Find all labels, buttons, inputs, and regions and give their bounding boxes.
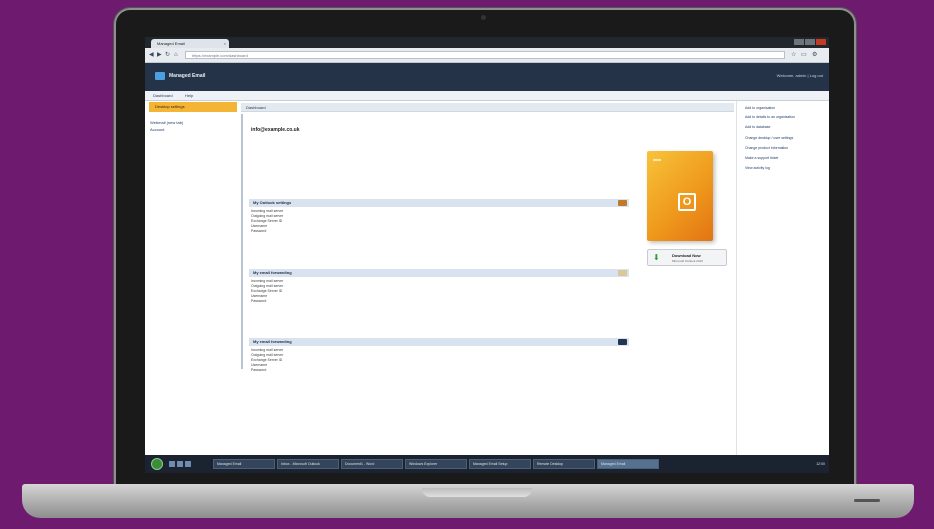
start-button[interactable] xyxy=(151,458,163,470)
action-link[interactable]: Add to details to an organisation xyxy=(745,115,795,120)
home-icon[interactable]: ⌂ xyxy=(174,51,178,59)
taskbar-item[interactable]: Managed Email Setup xyxy=(469,459,531,469)
left-sidebar: Desktop settings Webmail (new tab) Accou… xyxy=(145,101,238,455)
lid-notch xyxy=(422,488,532,497)
account-email: info@example.co.uk xyxy=(251,127,300,133)
product-title-strip xyxy=(653,159,661,161)
app-logo-icon[interactable] xyxy=(155,72,165,80)
app-header: Managed Email Welcome, admin | Log out xyxy=(145,63,829,91)
action-link[interactable]: View activity log xyxy=(745,166,770,171)
quicklaunch-icon[interactable] xyxy=(177,461,183,467)
browser-toolbar: ◀ ▶ ↻ ⌂ https://example.com/dashboard ☆ … xyxy=(145,48,829,63)
back-icon[interactable]: ◀ xyxy=(149,51,154,59)
taskbar-item[interactable]: Document1 - Word xyxy=(341,459,403,469)
main-panel: Dashboard info@example.co.uk My Outlook … xyxy=(237,101,736,455)
menubar: Dashboard Help xyxy=(145,91,829,101)
outlook-logo-icon: O xyxy=(678,193,696,211)
panel-title: Dashboard xyxy=(241,103,734,112)
window-controls xyxy=(794,39,826,45)
setting-row: Password xyxy=(251,299,267,303)
app-name: Managed Email xyxy=(169,73,206,79)
envelope-icon xyxy=(618,200,627,206)
browser-tab[interactable]: Managed Email × xyxy=(151,39,229,48)
maximize-button[interactable] xyxy=(805,39,815,45)
address-input[interactable]: https://example.com/dashboard xyxy=(185,51,785,59)
reload-icon[interactable]: ↻ xyxy=(165,51,170,59)
download-sublabel: Microsoft Outlook 2010 xyxy=(672,259,703,263)
close-window-button[interactable] xyxy=(816,39,826,45)
taskbar-item[interactable]: Inbox - Microsoft Outlook xyxy=(277,459,339,469)
section-title: My email forwarding xyxy=(253,270,292,275)
section-header: My Outlook settings xyxy=(249,199,629,207)
download-arrow-icon: ⬇ xyxy=(653,253,660,262)
action-link[interactable]: Change product information xyxy=(745,146,788,151)
minimize-button[interactable] xyxy=(794,39,804,45)
sidebar-item-account[interactable]: Account xyxy=(150,127,164,133)
taskbar-item[interactable]: Managed Email xyxy=(213,459,275,469)
download-now-button[interactable]: ⬇ Download Now Microsoft Outlook 2010 xyxy=(647,249,727,266)
outlook-product-box: O xyxy=(647,151,713,241)
taskbar-item[interactable]: Remote Desktop xyxy=(533,459,595,469)
section-title: My Outlook settings xyxy=(253,200,292,205)
header-user-links[interactable]: Welcome, admin | Log out xyxy=(777,72,823,80)
action-link[interactable]: Add to organisation xyxy=(745,106,775,111)
quicklaunch-icon[interactable] xyxy=(169,461,175,467)
menu-item-dashboard[interactable]: Dashboard xyxy=(153,91,173,100)
action-link[interactable]: Add to database xyxy=(745,125,771,130)
webcam xyxy=(481,15,486,20)
content-frame-border xyxy=(241,114,243,369)
device-icon xyxy=(618,339,627,345)
sidebar-item-webmail[interactable]: Webmail (new tab) xyxy=(150,120,183,126)
browser-tabbar: Managed Email × xyxy=(145,37,829,48)
forward-mail-icon xyxy=(618,270,627,276)
tray-clock[interactable]: 12:00 xyxy=(816,460,825,468)
laptop-base xyxy=(22,484,914,518)
section-title: My email forwarding xyxy=(253,339,292,344)
base-slot xyxy=(854,499,880,502)
action-link[interactable]: Make a support ticket xyxy=(745,156,778,161)
download-label: Download Now xyxy=(672,253,701,258)
wrench-icon[interactable]: ⚙ xyxy=(812,51,817,59)
taskbar-item[interactable]: Windows Explorer xyxy=(405,459,467,469)
page-menu-icon[interactable]: ▭ xyxy=(801,51,807,59)
windows-taskbar: Managed Email Inbox - Microsoft Outlook … xyxy=(145,455,829,473)
forward-icon[interactable]: ▶ xyxy=(157,51,162,59)
action-link[interactable]: Change desktop / user settings xyxy=(745,136,793,141)
laptop-screen: Managed Email × ◀ ▶ ↻ ⌂ https://example.… xyxy=(145,37,829,473)
section-header: My email forwarding xyxy=(249,338,629,346)
setting-row: Password xyxy=(251,368,267,372)
menu-item-help[interactable]: Help xyxy=(185,91,193,100)
quicklaunch-icon[interactable] xyxy=(185,461,191,467)
tab-close-icon[interactable]: × xyxy=(224,39,226,48)
star-icon[interactable]: ☆ xyxy=(791,51,796,59)
right-actions-menu: Add to organisation Add to details to an… xyxy=(736,101,829,455)
section-header: My email forwarding xyxy=(249,269,629,277)
tab-title: Managed Email xyxy=(157,41,185,46)
taskbar-item-active[interactable]: Managed Email xyxy=(597,459,659,469)
setting-row: Password xyxy=(251,229,267,233)
sidebar-item-desktop-settings[interactable]: Desktop settings xyxy=(149,102,237,112)
